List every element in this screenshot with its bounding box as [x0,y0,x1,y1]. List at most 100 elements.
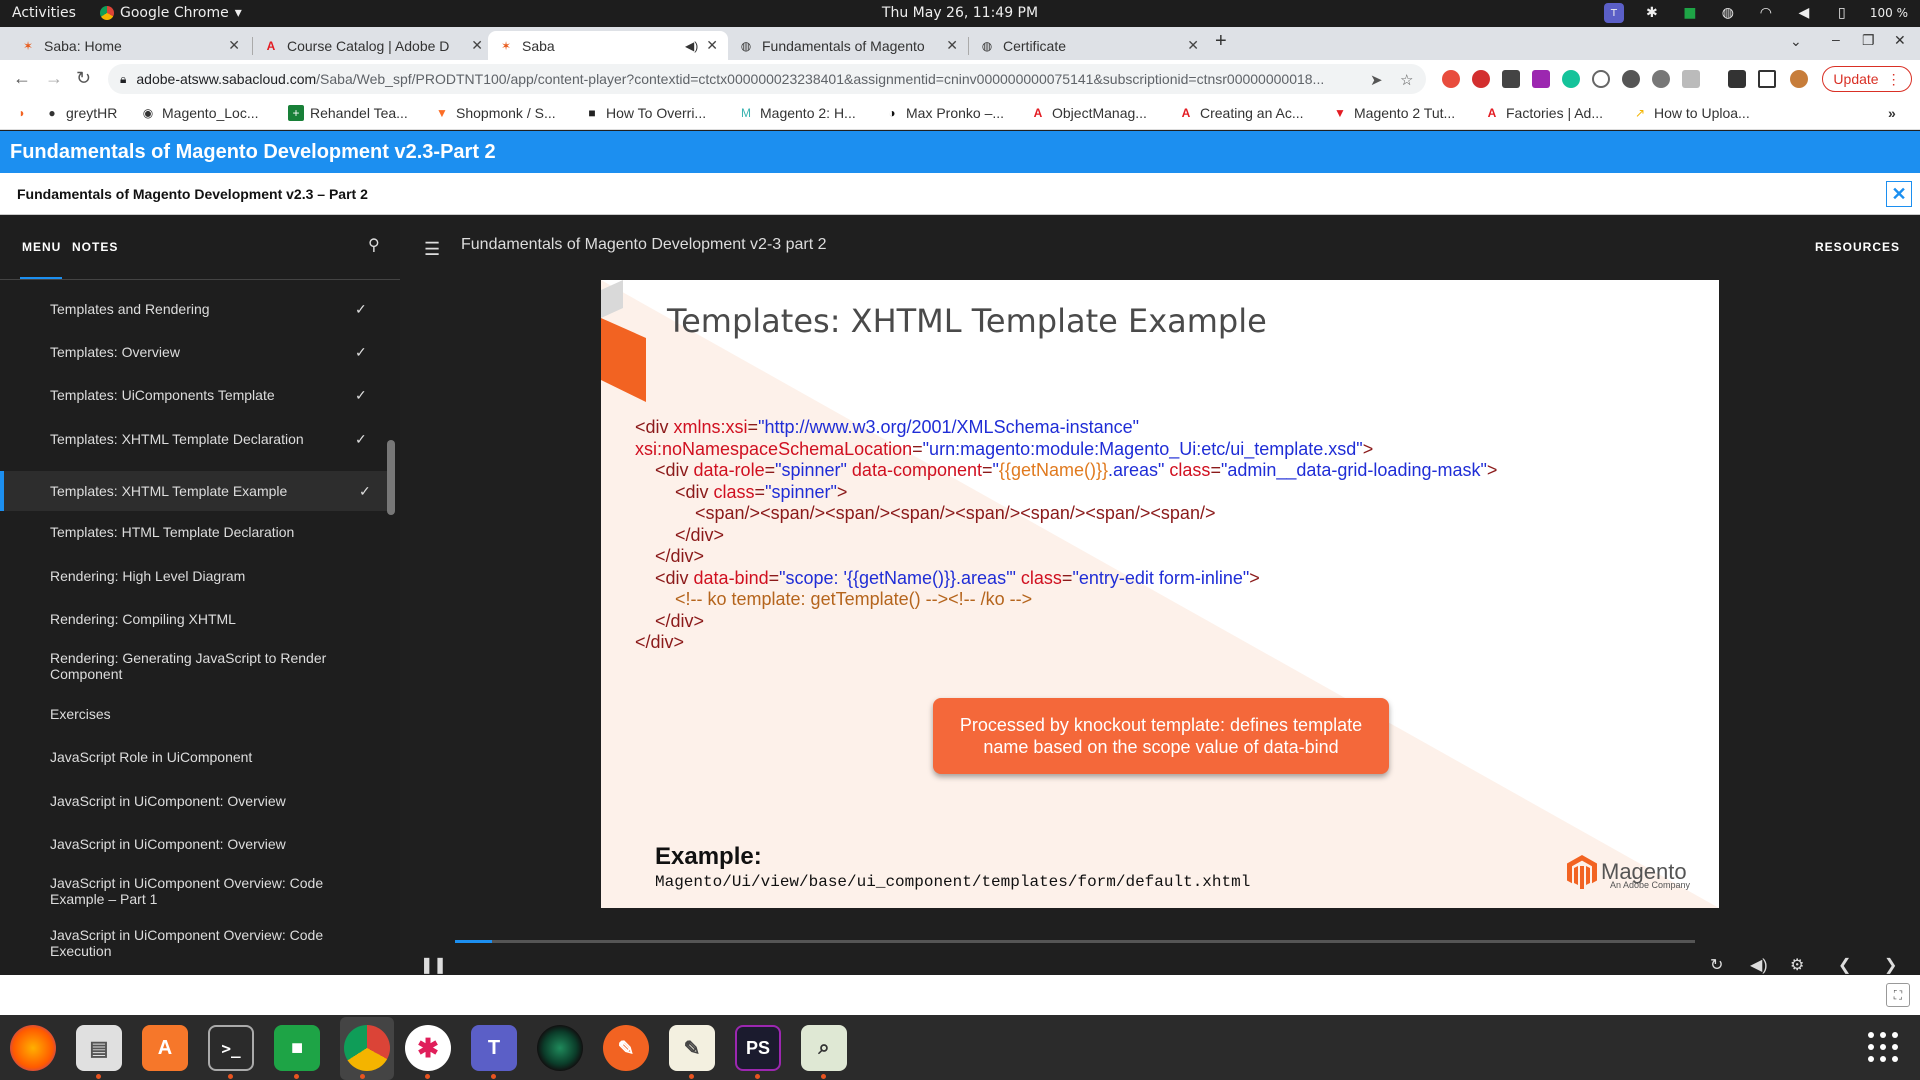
bookmark-item[interactable]: + Rehandel Tea... [288,105,408,121]
chat-icon[interactable]: ■ [1680,3,1700,23]
pencil-icon[interactable]: ✎ [603,1025,649,1071]
lesson-item[interactable]: Templates: HTML Template Declaration [0,513,388,551]
close-tab-icon[interactable]: ✕ [228,37,240,54]
search-icon[interactable]: ⚲ [368,235,380,255]
forward-arrow-icon[interactable]: → [45,68,63,89]
bookmark-item[interactable]: ■ How To Overri... [584,105,706,121]
bookmark-item[interactable]: A Creating an Ac... [1178,105,1304,121]
lesson-item[interactable]: Templates: XHTML Template Declaration ✓ [0,420,388,458]
tab-certificate[interactable]: ◍ Certificate ✕ [969,31,1209,60]
teams-icon[interactable]: T [1603,3,1624,23]
lesson-item-active[interactable]: Templates: XHTML Template Example ✓ [0,471,388,511]
lesson-item[interactable]: Templates: Overview ✓ [0,333,388,371]
lesson-item[interactable]: Rendering: Compiling XHTML [0,600,388,638]
bookmark-item[interactable]: ↗ How to Uploa... [1632,105,1750,121]
close-tab-icon[interactable]: ✕ [706,37,718,54]
system-tray[interactable]: T ✱ ■ ◍ ◠ ◀ ▯ 100 % [1603,3,1908,23]
minimize-button[interactable]: ‒ [1832,31,1840,47]
tab-search-icon[interactable]: ⌄ [1790,33,1802,50]
settings-gear-icon[interactable] [1652,70,1670,88]
screenshot-icon[interactable]: ⌕ [801,1025,847,1071]
software-center-icon[interactable]: A [142,1025,188,1071]
new-tab-button[interactable]: + [1215,30,1227,53]
files-icon[interactable]: ▤ [76,1025,122,1071]
lesson-item[interactable]: Exercises [0,695,388,733]
lesson-item[interactable]: Rendering: Generating JavaScript to Rend… [0,643,388,689]
lesson-item[interactable]: JavaScript in UiComponent: Overview [0,782,388,820]
send-icon[interactable]: ➤ [1370,71,1383,89]
maximize-button[interactable]: ❐ [1862,32,1875,49]
tab-fundamentals[interactable]: ◍ Fundamentals of Magento ✕ [728,31,968,60]
avatar[interactable] [1790,70,1808,88]
lesson-item[interactable]: Templates and Rendering ✓ [0,290,388,328]
bookmark-item[interactable]: ◉ Magento_Loc... [140,105,259,121]
lesson-item[interactable]: Templates: UiComponents Template ✓ [0,376,388,414]
tab-course-catalog[interactable]: A Course Catalog | Adobe D ✕ [253,31,493,60]
extension-icon[interactable] [1622,70,1640,88]
close-icon[interactable]: ✕ [1886,181,1912,207]
previous-icon[interactable]: ❮ [1838,955,1851,975]
close-window-button[interactable]: ✕ [1894,32,1906,49]
app-menu[interactable]: Google Chrome ▾ [100,5,242,21]
firefox-icon[interactable] [10,1025,56,1071]
settings-gear-icon[interactable]: ⚙ [1790,955,1804,975]
fullscreen-icon[interactable]: ⛶ [1886,983,1910,1007]
slack-icon[interactable]: ✱ [405,1025,451,1071]
lesson-item[interactable]: JavaScript in UiComponent Overview: Code… [0,868,388,914]
bookmark-item[interactable]: ▼ Shopmonk / S... [434,105,556,121]
extension-icon[interactable] [1502,70,1520,88]
bookmark-item[interactable]: ◑ Max Pronko –... [884,105,1004,121]
puzzle-icon[interactable] [1728,70,1746,88]
progress-bar[interactable] [455,940,1695,943]
pause-icon[interactable]: ❚❚ [420,955,447,975]
close-tab-icon[interactable]: ✕ [1187,37,1199,54]
teams-icon[interactable]: T [471,1025,517,1071]
replay-icon[interactable]: ↻ [1710,955,1723,975]
bookmark-item[interactable]: M Magento 2: H... [738,105,856,121]
lesson-item[interactable]: JavaScript in UiComponent Overview: Code… [0,927,388,967]
slack-icon[interactable]: ✱ [1642,3,1662,23]
sidebar-scrollbar[interactable] [387,440,395,515]
chat-icon[interactable]: ■ [274,1025,320,1071]
magento-bookmark-icon[interactable]: ◗ [14,105,30,121]
audio-playing-icon[interactable]: ◀) [685,39,698,53]
extension-icon[interactable] [1682,70,1700,88]
bookmark-item[interactable]: ▼ Magento 2 Tut... [1332,105,1455,121]
close-tab-icon[interactable]: ✕ [946,37,958,54]
hamburger-menu-icon[interactable]: ☰ [424,239,440,260]
side-panel-icon[interactable] [1758,70,1776,88]
volume-icon[interactable]: ◀) [1750,955,1768,975]
reload-icon[interactable]: ↻ [76,68,91,89]
back-arrow-icon[interactable]: ← [13,68,31,89]
globe-icon[interactable]: ◍ [1718,3,1738,23]
chrome-icon[interactable] [344,1025,390,1071]
extension-icon[interactable] [1592,70,1610,88]
lock-icon[interactable]: 🔒︎ [120,72,126,87]
text-editor-icon[interactable]: ✎ [669,1025,715,1071]
camera-icon[interactable] [537,1025,583,1071]
update-button[interactable]: Update ⋮ [1822,66,1912,92]
tab-saba-home[interactable]: ✶ Saba: Home ✕ [10,31,250,60]
close-tab-icon[interactable]: ✕ [471,37,483,54]
phpstorm-icon[interactable]: PS [735,1025,781,1071]
grammarly-icon[interactable] [1562,70,1580,88]
show-apps-icon[interactable] [1868,1032,1898,1062]
bookmark-item[interactable]: ● greytHR [44,105,117,121]
bookmark-item[interactable]: A ObjectManag... [1030,105,1147,121]
terminal-icon[interactable]: >_ [208,1025,254,1071]
extension-icon[interactable] [1532,70,1550,88]
resources-button[interactable]: RESOURCES [1815,240,1900,254]
activities-button[interactable]: Activities [12,5,76,21]
extension-icon[interactable] [1442,70,1460,88]
bookmark-item[interactable]: A Factories | Ad... [1484,105,1603,121]
address-bar[interactable]: 🔒︎ adobe-atsww.sabacloud.com/Saba/Web_sp… [108,64,1426,94]
battery-icon[interactable]: ▯ [1832,3,1852,23]
adblock-icon[interactable] [1472,70,1490,88]
lesson-item[interactable]: JavaScript Role in UiComponent [0,738,388,776]
lesson-item[interactable]: Rendering: High Level Diagram [0,557,388,595]
bookmark-star-icon[interactable]: ☆ [1400,71,1413,89]
tab-notes[interactable]: NOTES [72,240,118,254]
volume-icon[interactable]: ◀ [1794,3,1814,23]
wifi-icon[interactable]: ◠ [1756,3,1776,23]
lesson-item[interactable]: JavaScript in UiComponent: Overview [0,825,388,863]
